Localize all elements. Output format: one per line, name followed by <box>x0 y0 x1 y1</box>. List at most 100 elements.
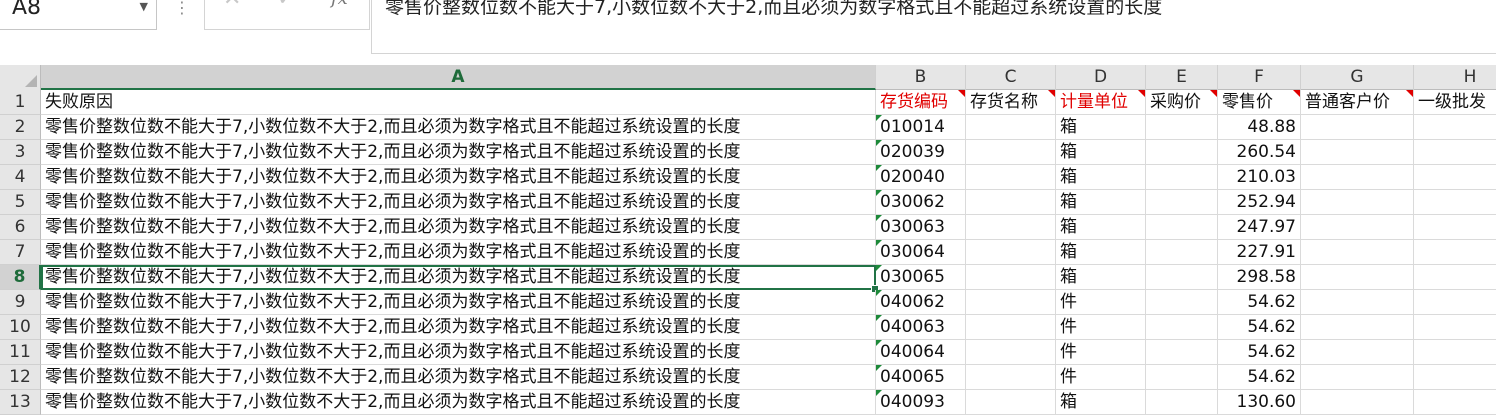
cell-retail-price[interactable]: 54.62 <box>1218 315 1301 340</box>
cell-wholesale[interactable] <box>1414 240 1496 265</box>
cell-purchase-price[interactable] <box>1146 290 1218 315</box>
cell-retail-price[interactable]: 54.62 <box>1218 340 1301 365</box>
cell-unit[interactable]: 箱 <box>1056 165 1146 190</box>
close-icon[interactable]: ✕ <box>223 0 241 11</box>
more-options-icon[interactable]: ⋮ <box>174 0 190 17</box>
header-cell-customer-price[interactable]: 普通客户价 <box>1301 90 1414 115</box>
cell-item-code[interactable]: 020039 <box>876 140 966 165</box>
cell-unit[interactable]: 件 <box>1056 365 1146 390</box>
cell-item-name[interactable] <box>966 140 1056 165</box>
row-header[interactable]: 4 <box>0 165 41 190</box>
cell-wholesale[interactable] <box>1414 265 1496 290</box>
row-header[interactable]: 11 <box>0 340 41 365</box>
check-icon[interactable]: ✓ <box>277 0 295 11</box>
cell-customer-price[interactable] <box>1301 140 1414 165</box>
cell-retail-price[interactable]: 227.91 <box>1218 240 1301 265</box>
cell-failure-reason[interactable]: 零售价整数位数不能大于7,小数位数不大于2,而且必须为数字格式且不能超过系统设置… <box>41 265 876 290</box>
column-header-a[interactable]: A <box>41 65 876 90</box>
cell-failure-reason[interactable]: 零售价整数位数不能大于7,小数位数不大于2,而且必须为数字格式且不能超过系统设置… <box>41 365 876 390</box>
cell-retail-price[interactable]: 298.58 <box>1218 265 1301 290</box>
cell-wholesale[interactable] <box>1414 165 1496 190</box>
column-header-g[interactable]: G <box>1301 65 1414 90</box>
cell-retail-price[interactable]: 210.03 <box>1218 165 1301 190</box>
cell-wholesale[interactable] <box>1414 190 1496 215</box>
cell-customer-price[interactable] <box>1301 315 1414 340</box>
cell-item-code[interactable]: 030064 <box>876 240 966 265</box>
cell-wholesale[interactable] <box>1414 290 1496 315</box>
cell-retail-price[interactable]: 260.54 <box>1218 140 1301 165</box>
cell-item-name[interactable] <box>966 115 1056 140</box>
cell-customer-price[interactable] <box>1301 190 1414 215</box>
header-cell-retail-price[interactable]: 零售价 <box>1218 90 1301 115</box>
cell-wholesale[interactable] <box>1414 315 1496 340</box>
column-header-b[interactable]: B <box>876 65 966 90</box>
cell-item-name[interactable] <box>966 390 1056 415</box>
row-header[interactable]: 12 <box>0 365 41 390</box>
cell-item-code[interactable]: 010014 <box>876 115 966 140</box>
cell-customer-price[interactable] <box>1301 290 1414 315</box>
cell-item-code[interactable]: 040065 <box>876 365 966 390</box>
cell-wholesale[interactable] <box>1414 215 1496 240</box>
cell-unit[interactable]: 箱 <box>1056 140 1146 165</box>
cell-item-name[interactable] <box>966 365 1056 390</box>
header-cell-failure-reason[interactable]: 失败原因 <box>41 90 876 115</box>
column-header-h[interactable]: H <box>1414 65 1496 90</box>
row-header[interactable]: 13 <box>0 390 41 415</box>
column-header-e[interactable]: E <box>1146 65 1218 90</box>
cell-customer-price[interactable] <box>1301 240 1414 265</box>
header-cell-item-name[interactable]: 存货名称 <box>966 90 1056 115</box>
cell-item-name[interactable] <box>966 165 1056 190</box>
cell-unit[interactable]: 箱 <box>1056 115 1146 140</box>
header-cell-purchase-price[interactable]: 采购价 <box>1146 90 1218 115</box>
cell-item-name[interactable] <box>966 290 1056 315</box>
cell-failure-reason[interactable]: 零售价整数位数不能大于7,小数位数不大于2,而且必须为数字格式且不能超过系统设置… <box>41 190 876 215</box>
cell-failure-reason[interactable]: 零售价整数位数不能大于7,小数位数不大于2,而且必须为数字格式且不能超过系统设置… <box>41 340 876 365</box>
cell-wholesale[interactable] <box>1414 115 1496 140</box>
cell-wholesale[interactable] <box>1414 340 1496 365</box>
cell-item-code[interactable]: 030065 <box>876 265 966 290</box>
cell-wholesale[interactable] <box>1414 140 1496 165</box>
cell-failure-reason[interactable]: 零售价整数位数不能大于7,小数位数不大于2,而且必须为数字格式且不能超过系统设置… <box>41 215 876 240</box>
cell-item-code[interactable]: 040063 <box>876 315 966 340</box>
cell-item-name[interactable] <box>966 190 1056 215</box>
cell-item-code[interactable]: 030063 <box>876 215 966 240</box>
cell-retail-price[interactable]: 48.88 <box>1218 115 1301 140</box>
cell-customer-price[interactable] <box>1301 215 1414 240</box>
cell-item-code[interactable]: 040093 <box>876 390 966 415</box>
row-header[interactable]: 2 <box>0 115 41 140</box>
cell-purchase-price[interactable] <box>1146 115 1218 140</box>
cell-failure-reason[interactable]: 零售价整数位数不能大于7,小数位数不大于2,而且必须为数字格式且不能超过系统设置… <box>41 115 876 140</box>
insert-function-icon[interactable]: fx <box>331 0 348 9</box>
header-cell-item-code[interactable]: 存货编码 <box>876 90 966 115</box>
cell-item-name[interactable] <box>966 240 1056 265</box>
cell-purchase-price[interactable] <box>1146 165 1218 190</box>
cell-item-name[interactable] <box>966 215 1056 240</box>
formula-input[interactable]: 零售价整数位数不能大于7,小数位数不大于2,而且必须为数字格式且不能超过系统设置… <box>371 0 1496 54</box>
cell-customer-price[interactable] <box>1301 390 1414 415</box>
cell-unit[interactable]: 箱 <box>1056 240 1146 265</box>
cell-purchase-price[interactable] <box>1146 365 1218 390</box>
cell-purchase-price[interactable] <box>1146 240 1218 265</box>
cell-customer-price[interactable] <box>1301 340 1414 365</box>
column-header-c[interactable]: C <box>966 65 1056 90</box>
cell-unit[interactable]: 箱 <box>1056 190 1146 215</box>
cell-item-code[interactable]: 030062 <box>876 190 966 215</box>
cell-purchase-price[interactable] <box>1146 390 1218 415</box>
row-header[interactable]: 6 <box>0 215 41 240</box>
cell-wholesale[interactable] <box>1414 365 1496 390</box>
cell-item-name[interactable] <box>966 315 1056 340</box>
column-header-d[interactable]: D <box>1056 65 1146 90</box>
cell-failure-reason[interactable]: 零售价整数位数不能大于7,小数位数不大于2,而且必须为数字格式且不能超过系统设置… <box>41 165 876 190</box>
cell-unit[interactable]: 件 <box>1056 290 1146 315</box>
cell-retail-price[interactable]: 252.94 <box>1218 190 1301 215</box>
cell-item-code[interactable]: 020040 <box>876 165 966 190</box>
cell-wholesale[interactable] <box>1414 390 1496 415</box>
cell-unit[interactable]: 件 <box>1056 340 1146 365</box>
row-header[interactable]: 3 <box>0 140 41 165</box>
row-header[interactable]: 9 <box>0 290 41 315</box>
cell-failure-reason[interactable]: 零售价整数位数不能大于7,小数位数不大于2,而且必须为数字格式且不能超过系统设置… <box>41 140 876 165</box>
cell-item-name[interactable] <box>966 340 1056 365</box>
chevron-down-icon[interactable]: ▼ <box>140 0 148 13</box>
cell-customer-price[interactable] <box>1301 265 1414 290</box>
column-header-f[interactable]: F <box>1218 65 1301 90</box>
